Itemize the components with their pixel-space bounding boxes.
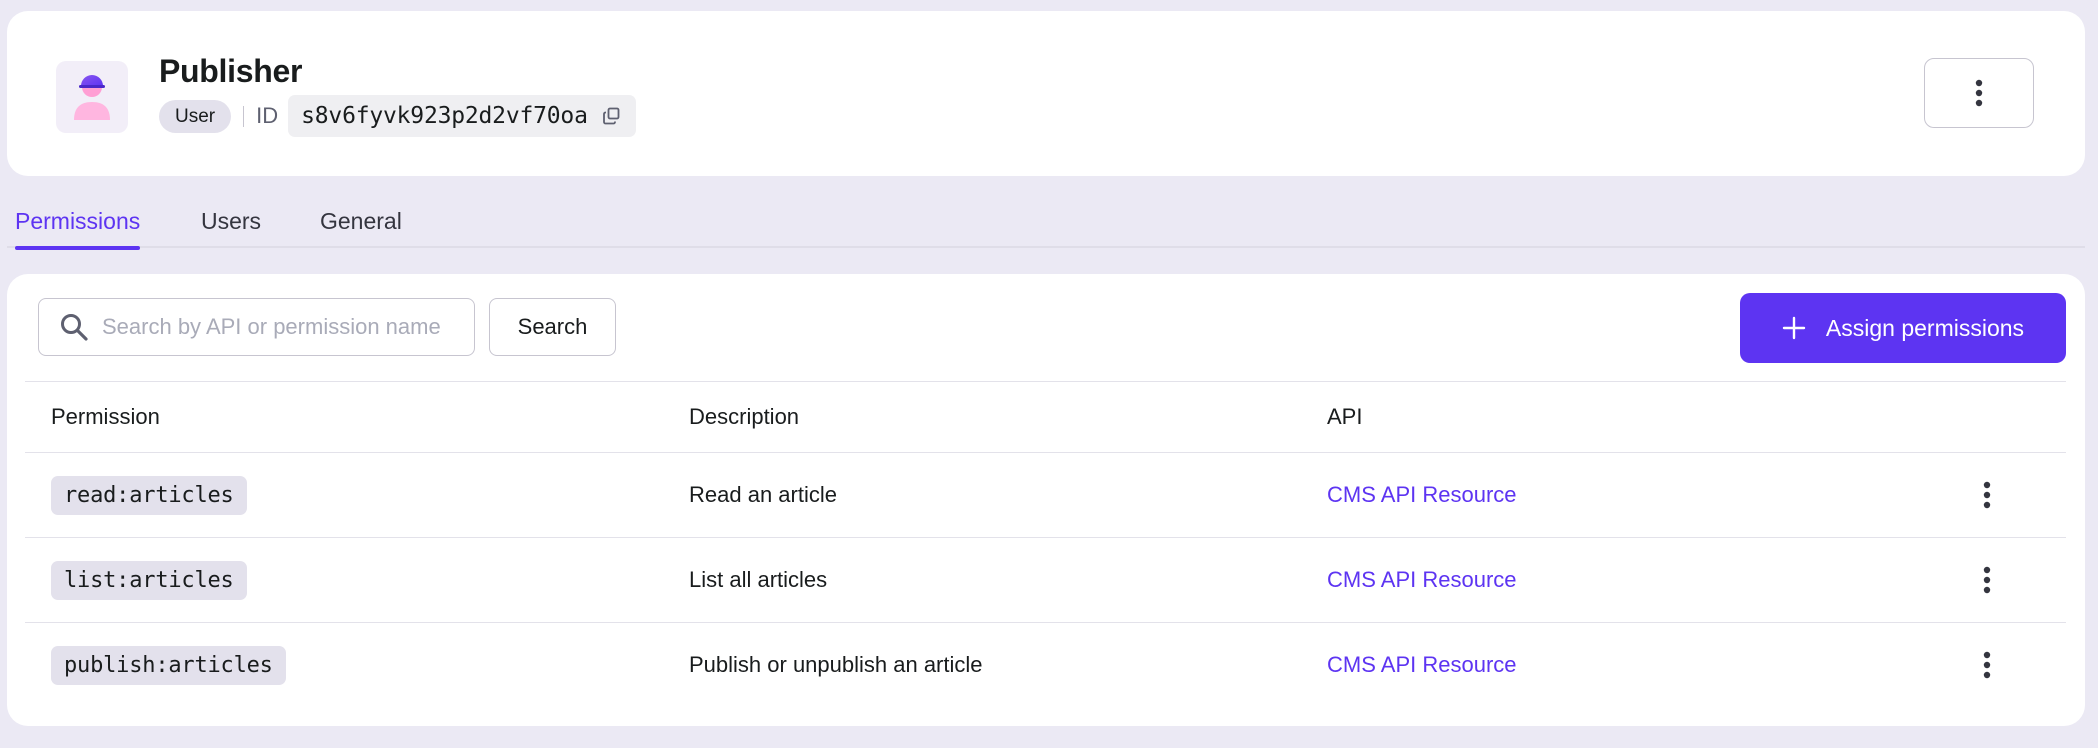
copy-icon[interactable] — [602, 106, 622, 126]
permission-cell: publish:articles — [51, 623, 286, 707]
column-header-description: Description — [689, 404, 800, 429]
description-cell: List all articles — [689, 567, 828, 592]
row-more-button[interactable] — [1965, 473, 2009, 517]
tab-users[interactable]: Users — [201, 196, 261, 248]
search-box — [38, 298, 475, 356]
role-title: Publisher — [159, 53, 303, 89]
permission-tag: list:articles — [51, 560, 247, 600]
api-link[interactable]: CMS API Resource — [1327, 482, 1517, 508]
header-more-button[interactable] — [1924, 58, 2034, 128]
search-button[interactable]: Search — [489, 298, 616, 356]
permission-cell: list:articles — [51, 538, 247, 622]
table-row: read:articles Read an article CMS API Re… — [25, 453, 2066, 538]
table-row: publish:articles Publish or unpublish an… — [25, 623, 2066, 708]
plus-icon — [1782, 316, 1806, 340]
more-vertical-icon — [1983, 481, 1991, 509]
tab-bar: Permissions Users General — [7, 196, 2085, 250]
api-link[interactable]: CMS API Resource — [1327, 652, 1517, 678]
role-type-badge: User — [159, 99, 232, 133]
api-link[interactable]: CMS API Resource — [1327, 567, 1517, 593]
api-cell: CMS API Resource — [1327, 538, 1517, 622]
more-vertical-icon — [1983, 651, 1991, 679]
description-cell: Publish or unpublish an article — [689, 652, 983, 677]
search-icon — [61, 314, 88, 341]
id-label: ID — [256, 103, 279, 128]
meta-divider — [243, 105, 245, 127]
more-vertical-icon — [1975, 79, 1983, 107]
role-details-page: Publisher User ID s8v6fyvk923p2d2vf70oa … — [0, 0, 2098, 748]
assign-permissions-button[interactable]: Assign permissions — [1740, 293, 2066, 363]
permissions-card: Search Assign permissions Permission Des… — [7, 274, 2085, 726]
column-header-api: API — [1327, 404, 1363, 429]
permission-tag: read:articles — [51, 475, 247, 515]
role-header-card: Publisher User ID s8v6fyvk923p2d2vf70oa — [7, 11, 2085, 176]
row-more-button[interactable] — [1965, 643, 2009, 687]
tab-permissions[interactable]: Permissions — [15, 196, 141, 250]
role-id-box: s8v6fyvk923p2d2vf70oa — [288, 95, 636, 137]
api-cell: CMS API Resource — [1327, 453, 1517, 537]
permission-tag: publish:articles — [51, 645, 286, 685]
assign-permissions-label: Assign permissions — [1825, 314, 2025, 341]
role-avatar — [56, 61, 128, 133]
more-vertical-icon — [1983, 566, 1991, 594]
role-person-icon — [74, 75, 110, 120]
permission-cell: read:articles — [51, 453, 247, 537]
description-cell: Read an article — [689, 482, 837, 507]
search-input[interactable] — [102, 314, 462, 340]
row-more-button[interactable] — [1965, 558, 2009, 602]
role-id-value: s8v6fyvk923p2d2vf70oa — [301, 103, 588, 129]
api-cell: CMS API Resource — [1327, 623, 1517, 707]
tab-general[interactable]: General — [320, 196, 402, 248]
role-meta-row: User ID s8v6fyvk923p2d2vf70oa — [159, 95, 636, 137]
permissions-table: Permission Description API read:articles… — [25, 381, 2066, 708]
table-header: Permission Description API — [25, 381, 2066, 453]
table-row: list:articles List all articles CMS API … — [25, 538, 2066, 623]
column-header-permission: Permission — [51, 404, 160, 429]
